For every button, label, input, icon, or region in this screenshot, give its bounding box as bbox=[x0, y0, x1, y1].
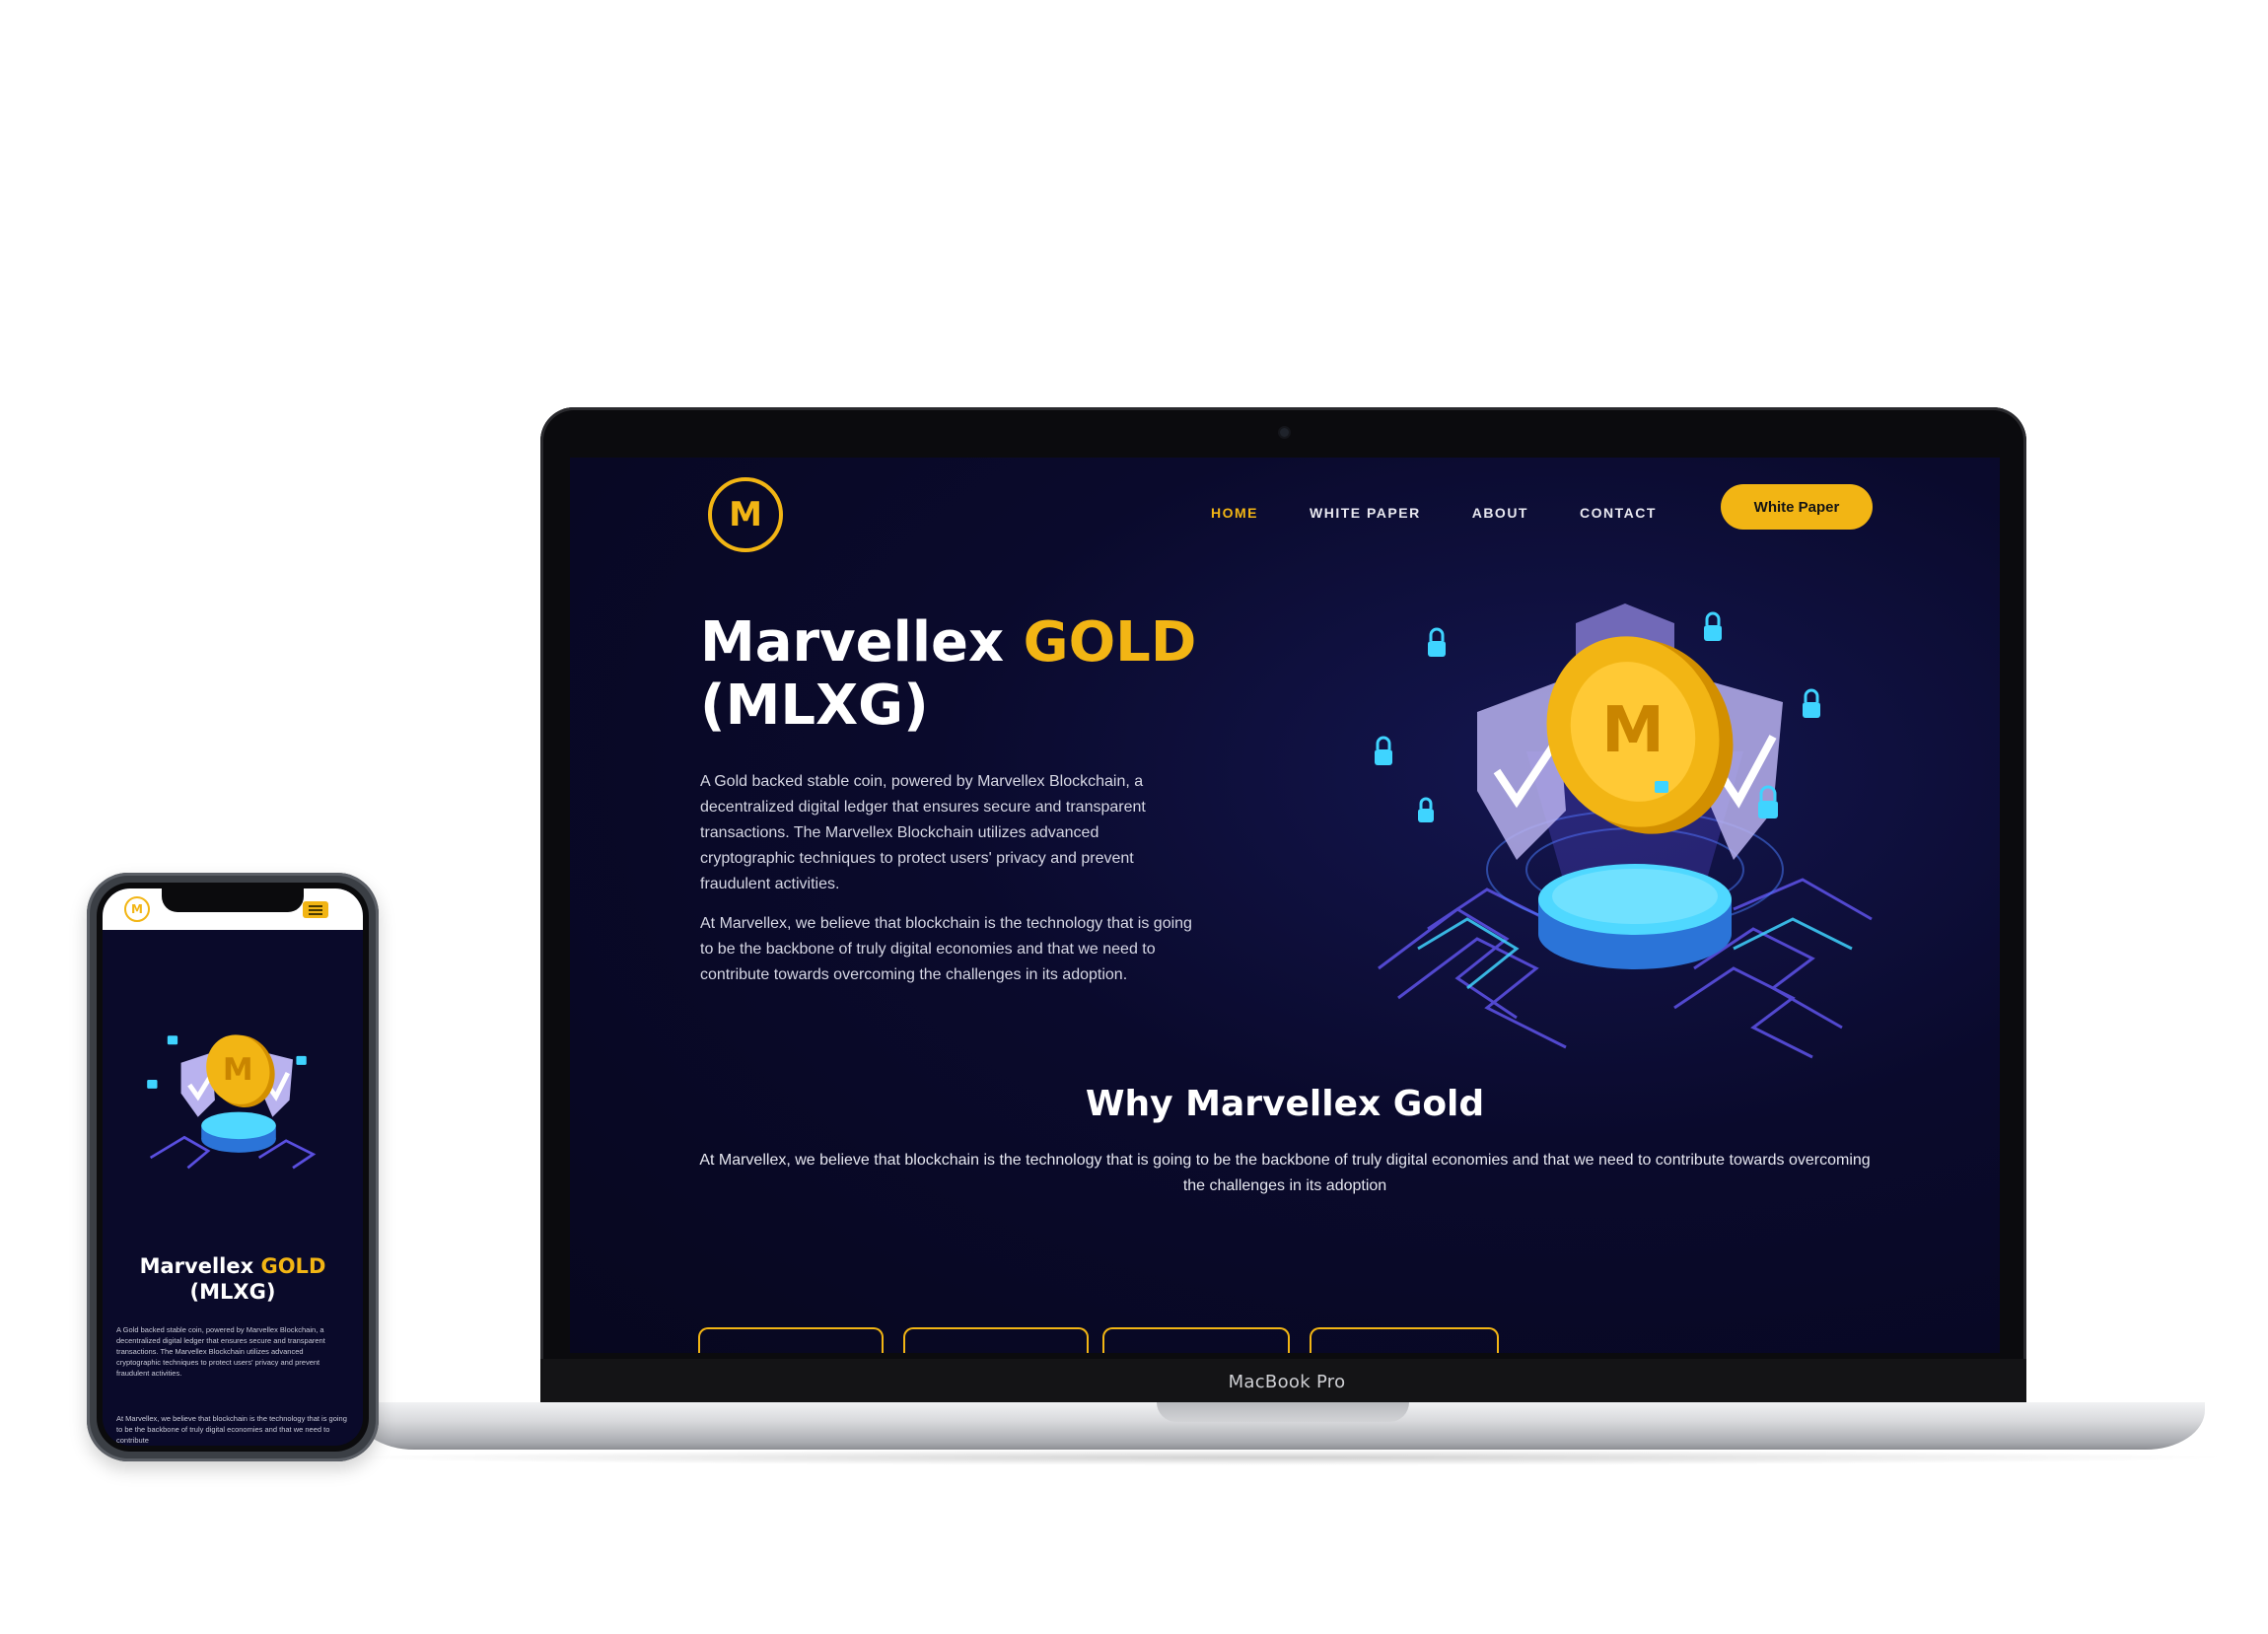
hero-paragraph-1: A Gold backed stable coin, powered by Ma… bbox=[700, 773, 1146, 892]
camera-icon bbox=[1280, 428, 1289, 437]
phone-title-gold: GOLD bbox=[260, 1254, 326, 1278]
feature-card[interactable] bbox=[903, 1327, 1089, 1353]
hero-title: Marvellex GOLD (MLXG) bbox=[700, 611, 1213, 738]
laptop-screen: M HOME WHITE PAPER ABOUT CONTACT White P… bbox=[570, 458, 2000, 1353]
feature-card[interactable] bbox=[698, 1327, 884, 1353]
laptop-shadow bbox=[325, 1450, 2238, 1465]
feature-card[interactable] bbox=[1102, 1327, 1290, 1353]
hero-paragraph-2: At Marvellex, we believe that blockchain… bbox=[700, 915, 1192, 983]
laptop-notch bbox=[1157, 1402, 1409, 1422]
phone-paragraph-2: At Marvellex, we believe that blockchain… bbox=[116, 1414, 347, 1445]
phone-logo-letter: M bbox=[131, 902, 143, 916]
nav-home[interactable]: HOME bbox=[1211, 505, 1258, 521]
logo-m-icon[interactable]: M bbox=[708, 477, 783, 552]
phone-screen: M M Marvellex GOLD (MLXG) A Gold backed … bbox=[103, 888, 363, 1446]
logo-m-icon[interactable]: M bbox=[124, 896, 150, 922]
feature-card[interactable] bbox=[1310, 1327, 1499, 1353]
phone-coin-illustration: M bbox=[147, 1034, 317, 1170]
why-text: At Marvellex, we believe that blockchain… bbox=[699, 1152, 1871, 1194]
hamburger-menu-icon[interactable] bbox=[303, 901, 328, 918]
nav-white-paper[interactable]: WHITE PAPER bbox=[1310, 505, 1421, 521]
hero-title-gold: GOLD bbox=[1023, 610, 1197, 675]
phone-title-part2: (MLXG) bbox=[189, 1280, 276, 1304]
nav-about[interactable]: ABOUT bbox=[1472, 505, 1528, 521]
hero-title-part1: Marvellex bbox=[700, 610, 1024, 675]
why-title: Why Marvellex Gold bbox=[1085, 1084, 1485, 1124]
white-paper-button[interactable]: White Paper bbox=[1721, 484, 1873, 530]
svg-text:M: M bbox=[223, 1052, 253, 1088]
laptop-label: MacBook Pro bbox=[1228, 1372, 1346, 1392]
phone-notch bbox=[162, 888, 304, 912]
svg-text:M: M bbox=[1601, 694, 1665, 767]
nav-contact[interactable]: CONTACT bbox=[1580, 505, 1657, 521]
hero-title-part2: (MLXG) bbox=[700, 674, 929, 738]
logo-letter: M bbox=[729, 495, 762, 534]
phone-title-part1: Marvellex bbox=[139, 1254, 261, 1278]
main-nav: HOME WHITE PAPER ABOUT CONTACT bbox=[1211, 505, 1708, 521]
phone-hero-title: Marvellex GOLD (MLXG) bbox=[103, 1253, 363, 1305]
coin-illustration: M bbox=[1375, 604, 1873, 1059]
phone-paragraph-1: A Gold backed stable coin, powered by Ma… bbox=[116, 1325, 325, 1378]
